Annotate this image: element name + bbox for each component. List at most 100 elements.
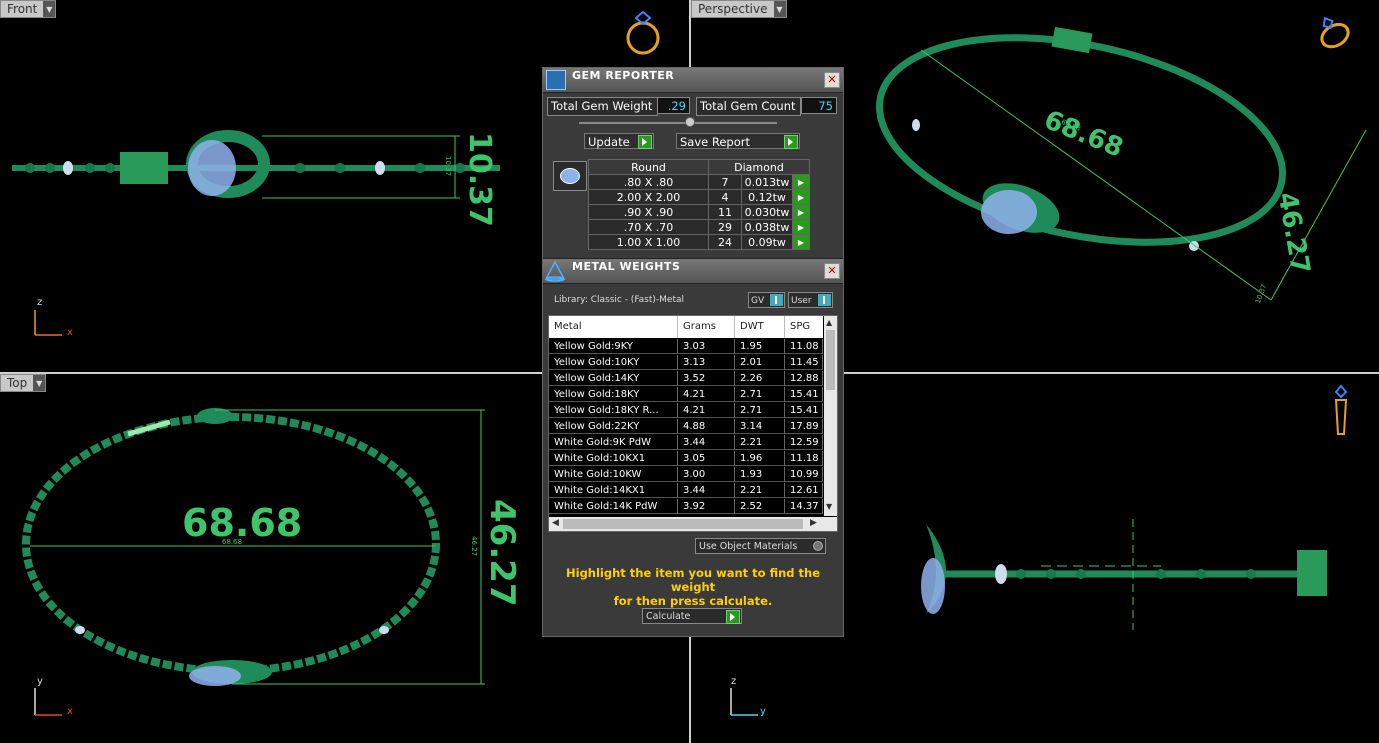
calculate-button-label: Calculate [646,611,691,622]
perspective-viewport-label[interactable]: Perspective ▼ [691,0,787,18]
metal-dwt: 1.95 [735,339,785,354]
metal-weights-titlebar[interactable]: METAL WEIGHTS ✕ [543,258,843,284]
metal-spg: 12.88 [785,371,823,386]
gem-size: .90 X .90 [588,204,709,220]
scrollbar-thumb[interactable] [826,330,835,390]
play-arrow-icon[interactable]: ▶ [792,234,810,250]
chevron-up-icon[interactable]: ▲ [826,318,832,327]
close-icon[interactable]: ✕ [824,72,840,88]
gv-toggle-label: GV [751,296,765,306]
play-arrow-icon[interactable]: ▶ [792,219,810,235]
horizontal-scrollbar[interactable]: ◀ ▶ [549,517,837,531]
col-dwt[interactable]: DWT [735,316,785,338]
metal-row[interactable]: Yellow Gold:22KY 4.88 3.14 17.89 [549,419,823,434]
metal-row[interactable]: Yellow Gold:18KY 4.21 2.71 15.41 [549,387,823,402]
top-viewport-label[interactable]: Top ▼ [0,374,47,392]
metal-name: White Gold:10KX1 [549,451,678,466]
metal-name: Yellow Gold:22KY [549,419,678,434]
metal-row[interactable]: White Gold:14K PdW 3.92 2.52 14.37 [549,499,823,514]
hint-line-2: for then press calculate. [613,594,773,608]
calculate-button[interactable]: Calculate [642,608,742,624]
vertical-scrollbar[interactable]: ▲ ▼ [824,316,837,516]
library-label: Library: Classic - (Fast)-Metal [554,295,685,305]
col-spg[interactable]: SPG [785,316,823,338]
metal-row[interactable]: White Gold:10KW 3.00 1.93 10.99 [549,467,823,482]
gem-reporter-panel: GEM REPORTER ✕ Total Gem Weight .29 Tota… [542,67,844,637]
gem-row[interactable]: 1.00 X 1.00 24 0.09tw ▶ [588,234,810,250]
gem-row[interactable]: 2.00 X 2.00 4 0.12tw ▶ [588,189,810,205]
gem-count: 29 [708,219,742,235]
metal-row[interactable]: White Gold:9K PdW 3.44 2.21 12.59 [549,435,823,450]
gem-row[interactable]: .70 X .70 29 0.038tw ▶ [588,219,810,235]
metal-grams: 3.05 [678,451,735,466]
metal-table-header: Metal Grams DWT SPG [549,316,823,338]
chevron-down-icon[interactable]: ▼ [826,502,832,511]
user-toggle[interactable]: User [788,292,833,308]
play-arrow-icon[interactable]: ▶ [792,189,810,205]
metal-grams: 3.00 [678,467,735,482]
perspective-label-text: Perspective [698,2,768,16]
gem-size: .80 X .80 [588,174,709,190]
metal-name: Yellow Gold:18KY R... [549,403,678,418]
metal-table[interactable]: Metal Grams DWT SPG Yellow Gold:9KY 3.03 1… [548,315,838,532]
front-viewport-label[interactable]: Front ▼ [0,0,57,18]
radio-icon [813,541,823,551]
save-report-button-label: Save Report [680,135,751,149]
gv-toggle[interactable]: GV [748,292,785,308]
gem-row[interactable]: .80 X .80 7 0.013tw ▶ [588,174,810,190]
metal-row[interactable]: White Gold:14KX1 3.44 2.21 12.61 [549,483,823,498]
gem-slider-thumb[interactable] [685,117,695,127]
front-dimension-height: 10.37 [462,132,497,227]
gem-report-icon [546,70,566,90]
chevron-right-icon[interactable]: ▶ [810,518,817,528]
metal-row[interactable]: Yellow Gold:14KY 3.52 2.26 12.88 [549,371,823,386]
metal-grams: 3.13 [678,355,735,370]
col-metal[interactable]: Metal [549,316,678,338]
save-report-button[interactable]: Save Report [676,133,800,149]
metal-row[interactable]: Yellow Gold:9KY 3.03 1.95 11.08 [549,339,823,354]
metal-spg: 15.41 [785,387,823,402]
metal-weights-title: METAL WEIGHTS [572,260,681,273]
metal-dwt: 1.93 [735,467,785,482]
gem-slider[interactable] [579,122,777,124]
gem-reporter-titlebar[interactable]: GEM REPORTER ✕ [543,68,843,93]
gem-size: 1.00 X 1.00 [588,234,709,250]
metal-name: White Gold:14K PdW [549,499,678,514]
gem-table: Round Diamond .80 X .80 7 0.013tw ▶ 2.00… [588,159,810,250]
use-object-materials-toggle[interactable]: Use Object Materials [695,538,826,554]
top-axis-y: y [37,676,43,687]
user-toggle-label: User [791,296,812,306]
top-dimension-height: 46.27 [482,499,522,607]
total-gem-count-value: 75 [801,97,837,114]
right-axis-z: z [731,676,737,687]
metal-dwt: 2.26 [735,371,785,386]
gem-col-shape: Round [588,159,709,175]
update-button[interactable]: Update [584,133,654,149]
toggle-icon [818,294,831,306]
play-arrow-icon [784,135,798,149]
scrollbar-thumb[interactable] [563,519,803,529]
metal-grams: 3.92 [678,499,735,514]
metal-spg: 17.89 [785,419,823,434]
metal-row[interactable]: Yellow Gold:10KY 3.13 2.01 11.45 [549,355,823,370]
close-icon[interactable]: ✕ [824,263,840,279]
chevron-left-icon[interactable]: ◀ [552,518,559,528]
round-gem-icon [553,161,587,191]
gem-weight: 0.12tw [741,189,793,205]
chevron-down-icon[interactable]: ▼ [43,1,56,17]
gem-count: 4 [708,189,742,205]
hint-line-1: Highlight the item you want to find the … [566,566,820,594]
play-arrow-icon[interactable]: ▶ [792,204,810,220]
metal-row[interactable]: White Gold:10KX1 3.05 1.96 11.18 [549,451,823,466]
metal-name: White Gold:9K PdW [549,435,678,450]
col-grams[interactable]: Grams [678,316,735,338]
metal-row[interactable]: Yellow Gold:18KY R... 4.21 2.71 15.41 [549,403,823,418]
gem-row[interactable]: .90 X .90 11 0.030tw ▶ [588,204,810,220]
metal-spg: 11.18 [785,451,823,466]
metal-name: Yellow Gold:9KY [549,339,678,354]
chevron-down-icon[interactable]: ▼ [33,375,46,391]
chevron-down-icon[interactable]: ▼ [773,1,786,17]
play-arrow-icon[interactable]: ▶ [792,174,810,190]
gem-reporter-title: GEM REPORTER [572,69,675,82]
metal-grams: 3.03 [678,339,735,354]
